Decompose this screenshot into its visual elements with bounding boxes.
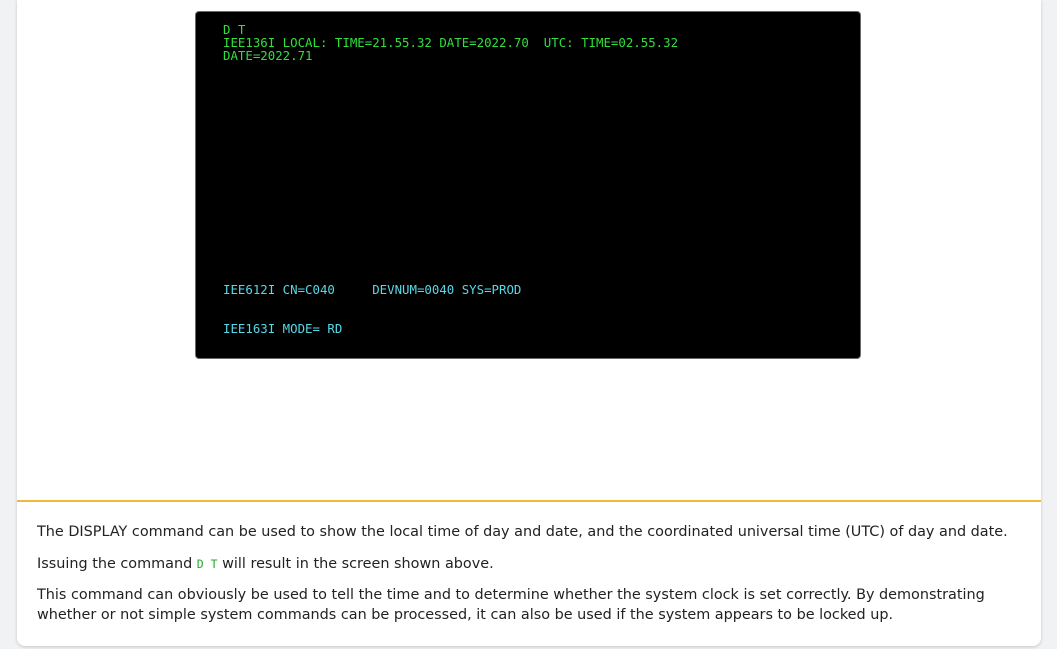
terminal-output-line: DATE=2022.71 — [223, 48, 313, 63]
terminal-status-line: IEE163I MODE= RD — [223, 321, 343, 336]
terminal-screen: D T IEE136I LOCAL: TIME=21.55.32 DATE=20… — [195, 11, 861, 359]
inline-code: D T — [196, 557, 218, 571]
terminal-status-line: IEE612I CN=C040 DEVNUM=0040 SYS=PROD — [223, 282, 522, 297]
description-paragraph: Issuing the command D T will result in t… — [37, 554, 1027, 574]
description-paragraph: This command can obviously be used to te… — [37, 587, 985, 623]
description-paragraph: The DISPLAY command can be used to show … — [37, 524, 1008, 540]
paragraph-text: Issuing the command — [37, 556, 197, 572]
lesson-card: D T IEE136I LOCAL: TIME=21.55.32 DATE=20… — [17, 0, 1041, 646]
paragraph-text: will result in the screen shown above. — [217, 556, 494, 572]
section-divider — [17, 500, 1041, 502]
